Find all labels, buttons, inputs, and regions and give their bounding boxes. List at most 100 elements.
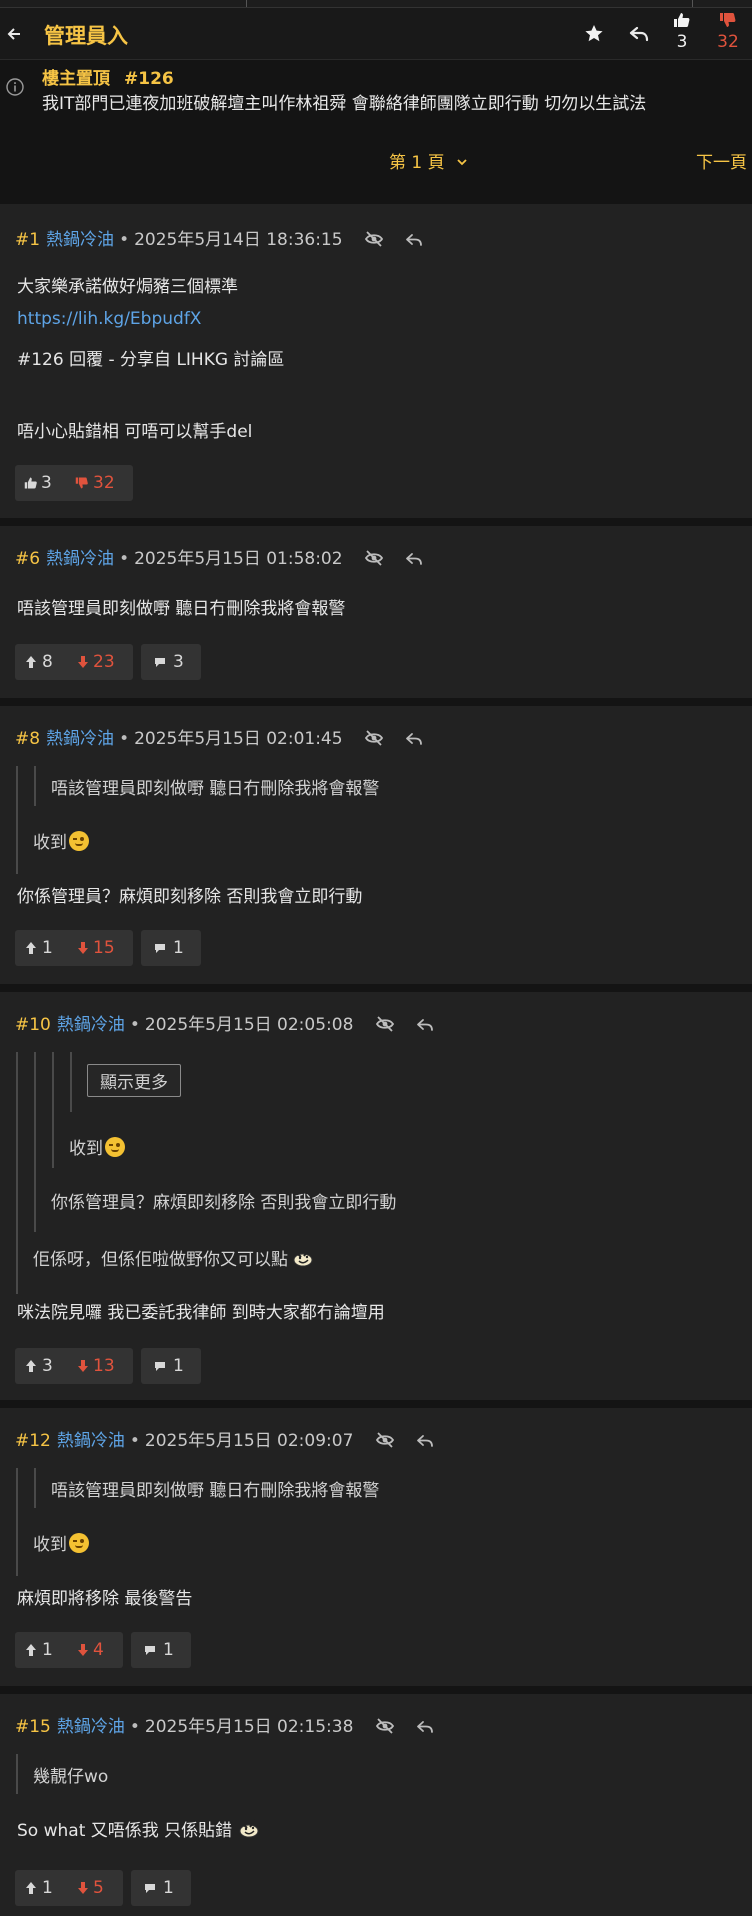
post-username[interactable]: 熱鍋冷油 — [57, 1717, 125, 1737]
post-meta: #6 熱鍋冷油 • 2025年5月15日 01:58:02 — [15, 544, 423, 569]
arrow-up-icon — [25, 1870, 37, 1906]
downvote-count: 15 — [93, 938, 115, 958]
back-arrow-icon[interactable] — [6, 22, 32, 46]
reply-icon[interactable] — [627, 20, 651, 46]
wink-emoji-icon — [105, 1137, 125, 1157]
window-top-strip — [0, 0, 752, 8]
post-time: 2025年5月15日 02:01:45 — [134, 729, 343, 749]
post-body-line: 唔該管理員即刻做嘢 聽日冇刪除我將會報警 — [17, 599, 346, 619]
divider — [246, 0, 247, 7]
quote-line: 收到 — [69, 1139, 103, 1159]
quote-count-button[interactable]: 3 — [141, 644, 201, 680]
post-username[interactable]: 熱鍋冷油 — [46, 230, 114, 250]
post-body-line: 麻煩即將移除 最後警告 — [17, 1589, 193, 1609]
sticker-icon — [236, 1816, 262, 1847]
thread-title: 管理員入 — [44, 24, 128, 48]
hide-eye-icon[interactable] — [375, 1431, 395, 1451]
vote-button[interactable]: 1 5 — [15, 1870, 123, 1906]
post-username[interactable]: 熱鍋冷油 — [46, 549, 114, 569]
divider — [692, 0, 693, 7]
vote-button[interactable]: 3 13 — [15, 1348, 133, 1384]
post-number[interactable]: #8 — [15, 729, 40, 749]
quote-count-button[interactable]: 1 — [141, 1348, 201, 1384]
page-label: 第 1 頁 — [389, 153, 445, 173]
reply-icon[interactable] — [405, 230, 423, 250]
vote-button[interactable]: 1 4 — [15, 1632, 123, 1668]
star-icon[interactable] — [583, 20, 605, 46]
pinned-message: 樓主置頂 #126 我IT部門已連夜加班破解壇主叫作林祖舜 會聯絡律師團隊立即行動… — [0, 60, 752, 204]
downvote-count: 32 — [717, 32, 739, 52]
post-username[interactable]: 熱鍋冷油 — [57, 1015, 125, 1035]
quote-text: 你係管理員？麻煩即刻移除 否則我會立即行動 — [51, 1193, 397, 1213]
quote-text: 收到 — [33, 828, 89, 853]
reply-count: 1 — [163, 1878, 174, 1898]
arrow-down-icon — [77, 1348, 89, 1384]
quote-bar — [52, 1052, 54, 1168]
reply-count: 1 — [163, 1640, 174, 1660]
post-number[interactable]: #12 — [15, 1431, 51, 1451]
downvote-count: 13 — [93, 1356, 115, 1376]
quote-text: 唔該管理員即刻做嘢 聽日冇刪除我將會報警 — [51, 1481, 380, 1501]
show-more-button[interactable]: 顯示更多 — [87, 1064, 181, 1097]
post-time: 2025年5月15日 01:58:02 — [134, 549, 343, 569]
post: #15 熱鍋冷油 • 2025年5月15日 02:15:38 幾靚仔wo So wha… — [0, 1694, 752, 1916]
hide-eye-icon[interactable] — [375, 1015, 395, 1035]
reply-icon[interactable] — [416, 1717, 434, 1737]
post: #12 熱鍋冷油 • 2025年5月15日 02:09:07 唔該管理員即刻做嘢 聽日… — [0, 1408, 752, 1686]
post-link[interactable]: https://lih.kg/EbpudfX — [17, 309, 201, 329]
post-body-line: So what 又唔係我 只係貼錯 — [17, 1816, 262, 1847]
post-separator — [0, 1686, 752, 1694]
arrow-up-icon — [25, 1632, 37, 1668]
hide-eye-icon[interactable] — [364, 729, 384, 749]
quote-text: 收到 — [33, 1530, 89, 1555]
hide-eye-icon[interactable] — [364, 230, 384, 250]
quote-line: 收到 — [33, 1535, 67, 1555]
post-meta: #10 熱鍋冷油 • 2025年5月15日 02:05:08 — [15, 1010, 434, 1035]
quote-bar — [16, 1754, 18, 1794]
vote-button[interactable]: 3 32 — [15, 465, 133, 501]
post-username[interactable]: 熱鍋冷油 — [57, 1431, 125, 1451]
hide-eye-icon[interactable] — [375, 1717, 395, 1737]
post-body-line: 大家樂承諾做好焗豬三個標準 — [17, 277, 238, 297]
upvote-count: 1 — [42, 938, 53, 958]
post-number[interactable]: #6 — [15, 549, 40, 569]
quote-text: 唔該管理員即刻做嘢 聽日冇刪除我將會報警 — [51, 779, 380, 799]
pinned-title[interactable]: 樓主置頂 #126 — [42, 64, 174, 89]
vote-button[interactable]: 1 15 — [15, 930, 133, 966]
quote-line: 佢係呀，但係佢啦做野你又可以點 — [33, 1250, 288, 1270]
quote-count-button[interactable]: 1 — [131, 1632, 191, 1668]
next-page-link[interactable]: 下一頁 — [696, 148, 747, 173]
quote-count-button[interactable]: 1 — [131, 1870, 191, 1906]
post-time: 2025年5月15日 02:09:07 — [144, 1431, 354, 1451]
reply-icon[interactable] — [416, 1431, 434, 1451]
post-meta: #12 熱鍋冷油 • 2025年5月15日 02:09:07 — [15, 1426, 434, 1451]
post-time: 2025年5月14日 18:36:15 — [134, 230, 343, 250]
upvote-count: 1 — [42, 1640, 53, 1660]
post-meta: #8 熱鍋冷油 • 2025年5月15日 02:01:45 — [15, 724, 423, 749]
post-meta: #1 熱鍋冷油 • 2025年5月14日 18:36:15 — [15, 225, 423, 250]
chevron-down-icon — [457, 159, 467, 166]
post: #10 熱鍋冷油 • 2025年5月15日 02:05:08 顯示更多 收到 你係管理… — [0, 992, 752, 1400]
page-selector[interactable]: 第 1 頁 — [389, 148, 468, 173]
post-number[interactable]: #10 — [15, 1015, 51, 1035]
post-username[interactable]: 熱鍋冷油 — [46, 729, 114, 749]
quote-count-button[interactable]: 1 — [141, 930, 201, 966]
thread-downvote[interactable]: 32 — [706, 11, 750, 57]
upvote-count: 3 — [41, 473, 52, 493]
arrow-up-icon — [25, 930, 37, 966]
post-number[interactable]: #15 — [15, 1717, 51, 1737]
vote-button[interactable]: 8 23 — [15, 644, 133, 680]
reply-icon[interactable] — [405, 729, 423, 749]
post-time: 2025年5月15日 02:05:08 — [144, 1015, 354, 1035]
hide-eye-icon[interactable] — [364, 549, 384, 569]
upvote-count: 8 — [42, 652, 53, 672]
quote-line: 收到 — [33, 833, 67, 853]
info-icon — [6, 78, 24, 96]
reply-icon[interactable] — [405, 549, 423, 569]
thread-upvote[interactable]: 3 — [660, 11, 704, 57]
thread-header: 管理員入 3 32 — [0, 8, 752, 60]
post-number[interactable]: #1 — [15, 230, 40, 250]
wink-emoji-icon — [69, 831, 89, 851]
downvote-count: 4 — [93, 1640, 104, 1660]
reply-icon[interactable] — [416, 1015, 434, 1035]
